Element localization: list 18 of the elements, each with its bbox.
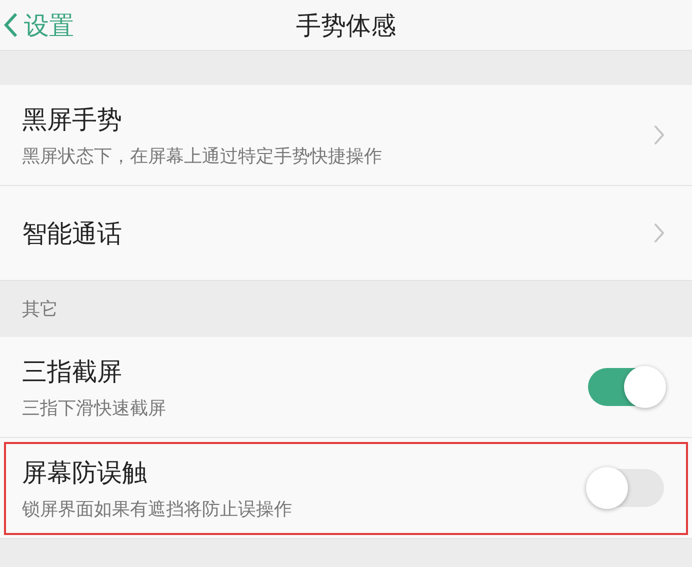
page-title: 手势体感 xyxy=(296,10,396,42)
setting-title: 智能通话 xyxy=(22,218,123,250)
setting-title: 屏幕防误触 xyxy=(22,456,148,488)
chevron-right-icon xyxy=(654,125,664,145)
toggle-switch[interactable] xyxy=(588,469,664,507)
highlighted-setting-row[interactable]: 屏幕防误触 锁屏界面如果有遮挡将防止误操作 xyxy=(0,438,692,539)
setting-title: 黑屏手势 xyxy=(22,104,123,136)
toggle-switch[interactable] xyxy=(588,368,664,406)
setting-description: 锁屏界面如果有遮挡将防止误操作 xyxy=(22,498,293,520)
settings-row[interactable]: 智能通话 xyxy=(0,186,692,281)
settings-row[interactable]: 三指截屏 三指下滑快速截屏 xyxy=(0,337,692,438)
setting-description: 黑屏状态下，在屏幕上通过特定手势快捷操作 xyxy=(22,144,383,168)
settings-row[interactable]: 黑屏手势 黑屏状态下，在屏幕上通过特定手势快捷操作 xyxy=(0,85,692,186)
section-header: 其它 xyxy=(22,298,58,321)
setting-title: 三指截屏 xyxy=(22,356,123,388)
chevron-left-icon xyxy=(4,12,18,38)
chevron-right-icon xyxy=(654,223,664,243)
setting-description: 三指下滑快速截屏 xyxy=(22,396,167,420)
